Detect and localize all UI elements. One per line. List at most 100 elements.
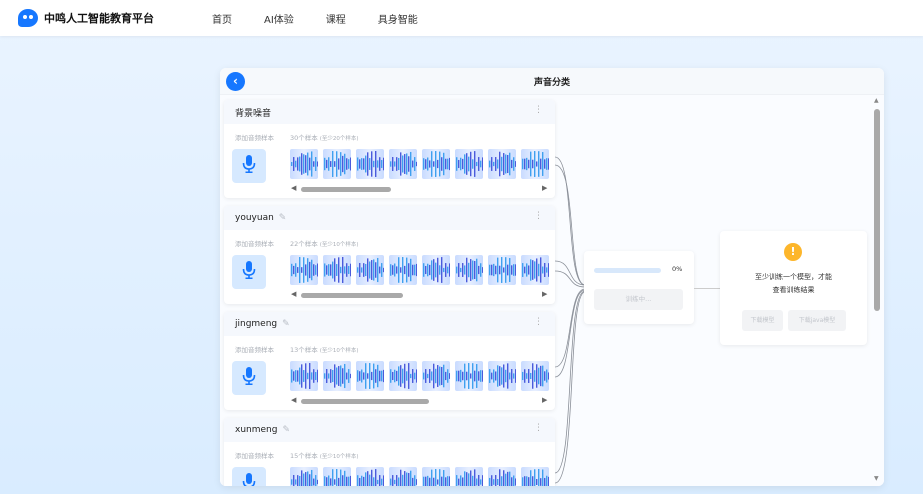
scroll-up-icon[interactable]: ▲ [874,97,879,104]
class-name[interactable]: 背景噪音 [235,106,271,119]
sample-count: 15个样本 (至少10个样本) [290,450,359,460]
sample-count-value: 22个样本 [290,240,318,248]
audio-sample-thumbnail[interactable] [389,255,417,285]
download-java-model-button[interactable]: 下载java模型 [788,310,846,331]
audio-sample-thumbnail[interactable] [455,467,483,486]
download-model-button[interactable]: 下载模型 [742,310,783,331]
nav-embodied-ai[interactable]: 具身智能 [378,11,418,26]
result-panel: ! 至少训练一个模型，才能 查看训练结果 下载模型 下载java模型 [720,231,867,345]
horizontal-scrollbar-thumb[interactable] [301,399,429,404]
vertical-scrollbar[interactable]: ▲ ▼ [873,95,881,486]
class-card: jingmeng ✎ ⋮ 添加音频样本 13个样本 (至少10个样本) ◀ ▶ [224,312,555,410]
audio-sample-thumbnail[interactable] [422,149,450,179]
audio-sample-thumbnail[interactable] [422,361,450,391]
audio-sample-thumbnail[interactable] [323,361,351,391]
nav-ai-experience[interactable]: AI体验 [264,11,294,26]
nav-courses[interactable]: 课程 [326,11,346,26]
audio-sample-thumbnail[interactable] [455,255,483,285]
training-progress-bar [594,268,661,273]
connector-line [555,290,585,474]
sample-hint: (至少10个样本) [319,348,359,354]
audio-sample-thumbnail[interactable] [521,467,549,486]
connector-lines [555,156,585,484]
brand-logo[interactable]: 中鸣人工智能教育平台 [18,9,154,27]
sample-count: 30个样本 (至少20个样本) [290,132,359,142]
audio-sample-thumbnail[interactable] [521,149,549,179]
scroll-right-icon[interactable]: ▶ [542,396,547,404]
record-microphone-button[interactable] [232,467,266,486]
nav-home[interactable]: 首页 [212,11,232,26]
audio-sample-thumbnail[interactable] [389,149,417,179]
class-name[interactable]: youyuan [235,213,274,223]
audio-sample-thumbnail[interactable] [455,361,483,391]
add-sample-label: 添加音频样本 [235,346,274,354]
logo-icon [18,9,38,27]
sample-count-value: 30个样本 [290,134,318,142]
audio-sample-thumbnail[interactable] [323,149,351,179]
class-card: 背景噪音 ⋮ 添加音频样本 30个样本 (至少20个样本) ◀ ▶ [224,100,555,198]
horizontal-scrollbar-thumb[interactable] [301,187,391,192]
scroll-left-icon[interactable]: ◀ [291,184,296,192]
class-card-header: xunmeng ✎ ⋮ [224,418,555,442]
audio-sample-thumbnail[interactable] [323,467,351,486]
sample-hint: (至少10个样本) [319,242,359,248]
audio-sample-thumbnail[interactable] [356,255,384,285]
audio-sample-thumbnail[interactable] [488,361,516,391]
scroll-right-icon[interactable]: ▶ [542,290,547,298]
add-sample-label: 添加音频样本 [235,240,274,248]
audio-sample-thumbnail[interactable] [290,467,318,486]
audio-sample-thumbnail[interactable] [323,255,351,285]
audio-sample-thumbnail[interactable] [389,361,417,391]
sample-count: 22个样本 (至少10个样本) [290,238,359,248]
class-card: youyuan ✎ ⋮ 添加音频样本 22个样本 (至少10个样本) ◀ ▶ [224,206,555,304]
training-progress-label: 0% [672,265,683,273]
class-name[interactable]: jingmeng [235,319,277,329]
scroll-right-icon[interactable]: ▶ [542,184,547,192]
sample-list [290,467,554,486]
audio-sample-thumbnail[interactable] [455,149,483,179]
more-options-icon[interactable]: ⋮ [534,105,543,115]
connector-line [555,289,585,378]
scroll-left-icon[interactable]: ◀ [291,396,296,404]
audio-sample-thumbnail[interactable] [521,361,549,391]
more-options-icon[interactable]: ⋮ [534,211,543,221]
audio-sample-thumbnail[interactable] [356,467,384,486]
audio-sample-thumbnail[interactable] [290,149,318,179]
record-microphone-button[interactable] [232,255,266,289]
back-button[interactable]: ‹ [226,72,245,91]
add-sample-label: 添加音频样本 [235,452,274,460]
edit-icon[interactable]: ✎ [282,425,290,435]
scrollbar-thumb[interactable] [874,109,880,311]
sample-list [290,149,554,179]
edit-icon[interactable]: ✎ [279,213,287,223]
sample-hint: (至少10个样本) [319,454,359,460]
train-button[interactable]: 训练中... [594,289,683,310]
edit-icon[interactable]: ✎ [282,319,290,329]
record-microphone-button[interactable] [232,361,266,395]
sample-list [290,361,554,391]
record-microphone-button[interactable] [232,149,266,183]
audio-sample-thumbnail[interactable] [290,361,318,391]
sample-list [290,255,554,285]
main-nav: 首页 AI体验 课程 具身智能 [212,11,450,26]
audio-sample-thumbnail[interactable] [488,255,516,285]
scroll-down-icon[interactable]: ▼ [874,475,879,482]
audio-sample-thumbnail[interactable] [488,467,516,486]
microphone-icon [242,155,256,177]
audio-sample-thumbnail[interactable] [521,255,549,285]
audio-sample-thumbnail[interactable] [422,467,450,486]
audio-sample-thumbnail[interactable] [290,255,318,285]
audio-sample-thumbnail[interactable] [422,255,450,285]
audio-sample-thumbnail[interactable] [356,361,384,391]
audio-sample-thumbnail[interactable] [488,149,516,179]
sample-hint: (至少20个样本) [319,136,359,142]
more-options-icon[interactable]: ⋮ [534,317,543,327]
more-options-icon[interactable]: ⋮ [534,423,543,433]
horizontal-scrollbar-thumb[interactable] [301,293,403,298]
audio-sample-thumbnail[interactable] [389,467,417,486]
class-name[interactable]: xunmeng [235,425,277,435]
result-message-line1: 至少训练一个模型，才能 [755,273,832,281]
audio-sample-thumbnail[interactable] [356,149,384,179]
result-message-line2: 查看训练结果 [772,286,815,294]
scroll-left-icon[interactable]: ◀ [291,290,296,298]
